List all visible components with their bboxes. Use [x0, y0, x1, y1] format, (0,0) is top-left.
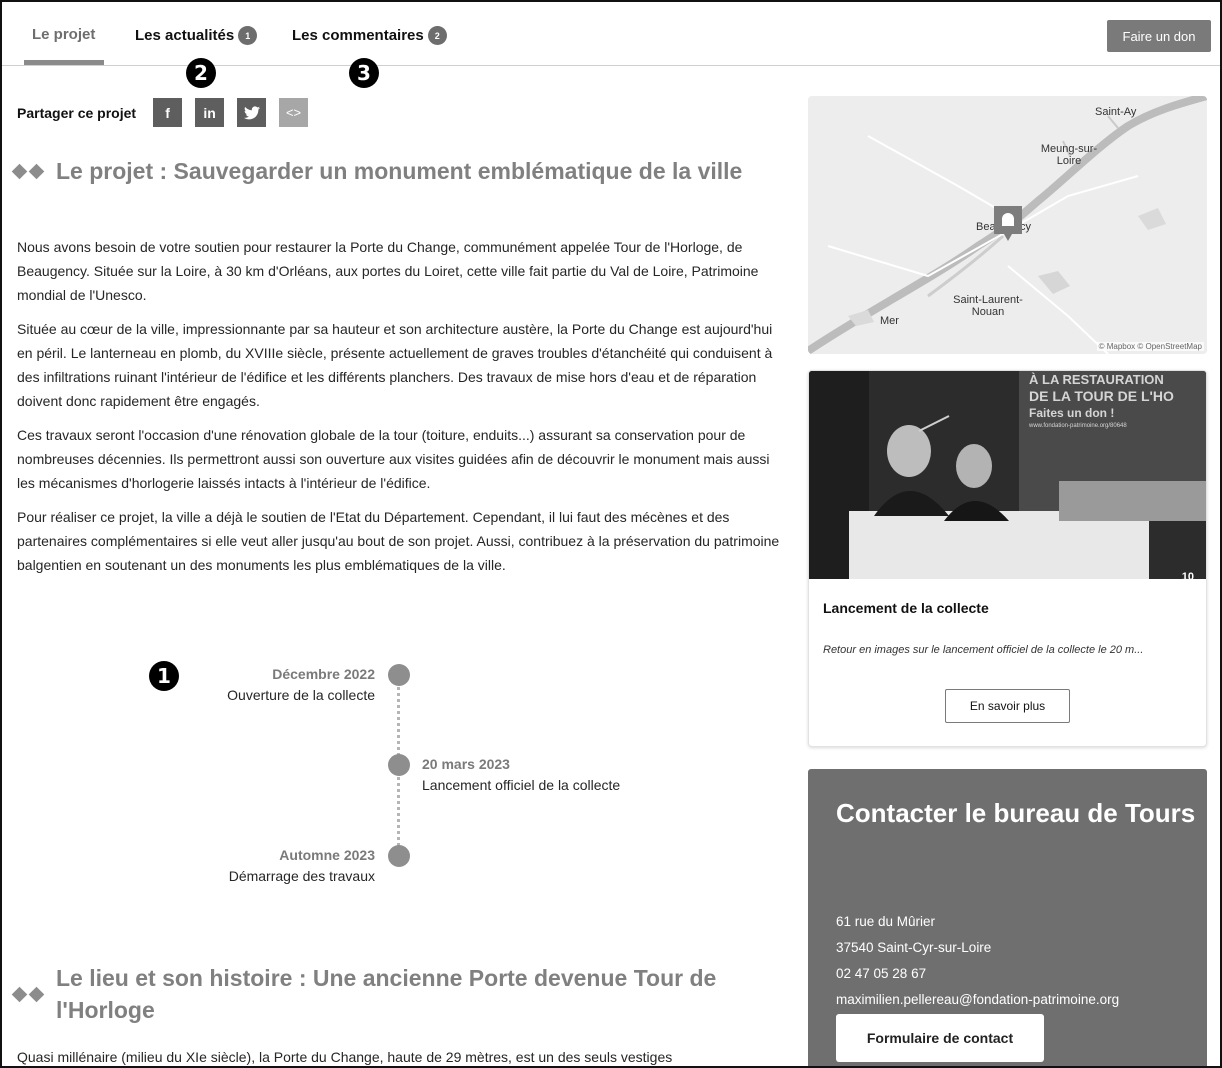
tab-les-commentaires[interactable]: Les commentaires 2 [292, 26, 447, 45]
news-card: À LA RESTAURATION DE LA TOUR DE L'HO Fai… [808, 370, 1207, 747]
active-tab-indicator [24, 60, 104, 65]
project-tabs-bar: Le projet Les actualités 1 Les commentai… [2, 2, 1220, 66]
facebook-icon: f [165, 104, 170, 121]
embed-icon: <> [285, 105, 302, 120]
comments-count-badge: 2 [427, 26, 447, 45]
embed-share-button[interactable]: <> [279, 98, 309, 127]
timeline-dot [388, 664, 410, 686]
map-place-label: Saint-Laurent-Nouan [953, 294, 1023, 319]
callout-marker-2: 2 [186, 58, 216, 88]
contact-address-city: 37540 Saint-Cyr-sur-Loire [836, 940, 992, 955]
news-title[interactable]: Lancement de la collecte [823, 600, 989, 616]
paragraph: Quasi millénaire (milieu du XIe siècle),… [17, 1049, 673, 1065]
photo-banner-text: À LA RESTAURATION DE LA TOUR DE L'HO Fai… [1029, 371, 1174, 431]
twitter-icon [243, 105, 260, 119]
facebook-share-button[interactable]: f [153, 98, 183, 127]
history-title: Le lieu et son histoire : Une ancienne P… [56, 965, 717, 1023]
project-title: Le projet : Sauvegarder un monument embl… [56, 158, 743, 184]
linkedin-icon: in [203, 104, 216, 121]
contact-address-street: 61 rue du Mûrier [836, 914, 936, 929]
diamond-bullets-icon [11, 164, 45, 180]
tab-le-projet[interactable]: Le projet [32, 26, 95, 43]
timeline-dot [388, 754, 410, 776]
map-place-label: Meung-sur-Loire [1040, 143, 1098, 168]
tab-les-actualites[interactable]: Les actualités 1 [135, 26, 258, 45]
timeline-description: Ouverture de la collecte [227, 687, 375, 703]
news-count-badge: 1 [238, 26, 258, 45]
twitter-share-button[interactable] [237, 98, 267, 127]
paragraph: Ces travaux seront l'occasion d'une réno… [17, 427, 770, 491]
diamond-bullets-icon [11, 986, 45, 1003]
timeline-date: 20 mars 2023 [422, 756, 510, 772]
project-heading: Le projet : Sauvegarder un monument embl… [11, 156, 756, 188]
map-place-label: Saint-Ay [1095, 106, 1137, 118]
share-label: Partager ce projet [17, 104, 137, 121]
share-bar: Partager ce projet f in <> [17, 98, 309, 127]
timeline-description: Lancement officiel de la collecte [422, 777, 621, 793]
history-heading: Le lieu et son histoire : Une ancienne P… [11, 963, 756, 1026]
contact-phone[interactable]: 02 47 05 28 67 [836, 966, 926, 981]
page: Le projet Les actualités 1 Les commentai… [0, 0, 1222, 1068]
paragraph: Située au cœur de la ville, impressionna… [17, 321, 773, 409]
banner-line: www.fondation-patrimoine.org/80648 [1029, 423, 1127, 429]
photo-counter: 10 [1181, 571, 1194, 579]
contact-panel: Contacter le bureau de Tours 61 rue du M… [808, 769, 1207, 1066]
project-description: Nous avons besoin de votre soutien pour … [17, 235, 782, 587]
banner-line: Faites un don ! [1029, 406, 1115, 420]
location-map[interactable]: Saint-Ay Meung-sur-Loire Beaugency Saint… [808, 96, 1207, 354]
map-pin-icon[interactable] [992, 204, 1024, 242]
history-description: Quasi millénaire (milieu du XIe siècle),… [17, 1045, 782, 1066]
contact-title: Contacter le bureau de Tours [836, 798, 1196, 828]
tab-label: Les commentaires [292, 27, 424, 44]
read-more-button[interactable]: En savoir plus [945, 689, 1070, 723]
timeline-date: Décembre 2022 [272, 666, 375, 682]
tab-label: Les actualités [135, 27, 235, 44]
linkedin-share-button[interactable]: in [195, 98, 225, 127]
contact-form-button[interactable]: Formulaire de contact [836, 1014, 1044, 1062]
paragraph: Pour réaliser ce projet, la ville a déjà… [17, 509, 780, 573]
news-excerpt: Retour en images sur le lancement offici… [823, 644, 1144, 656]
map-place-label: Mer [880, 315, 899, 327]
callout-marker-3: 3 [349, 58, 379, 88]
news-photo: À LA RESTAURATION DE LA TOUR DE L'HO Fai… [809, 371, 1206, 579]
timeline-date: Automne 2023 [279, 847, 375, 863]
paragraph: Nous avons besoin de votre soutien pour … [17, 239, 759, 303]
timeline-dot [388, 845, 410, 867]
tab-label: Le projet [32, 26, 96, 43]
banner-line: DE LA TOUR DE L'HO [1029, 388, 1174, 404]
timeline-description: Démarrage des travaux [228, 868, 375, 884]
banner-line: À LA RESTAURATION [1029, 372, 1164, 387]
map-attribution[interactable]: © Mapbox © OpenStreetMap [1096, 342, 1204, 351]
contact-email[interactable]: maximilien.pellereau@fondation-patrimoin… [836, 992, 1119, 1007]
donate-button[interactable]: Faire un don [1107, 20, 1211, 52]
